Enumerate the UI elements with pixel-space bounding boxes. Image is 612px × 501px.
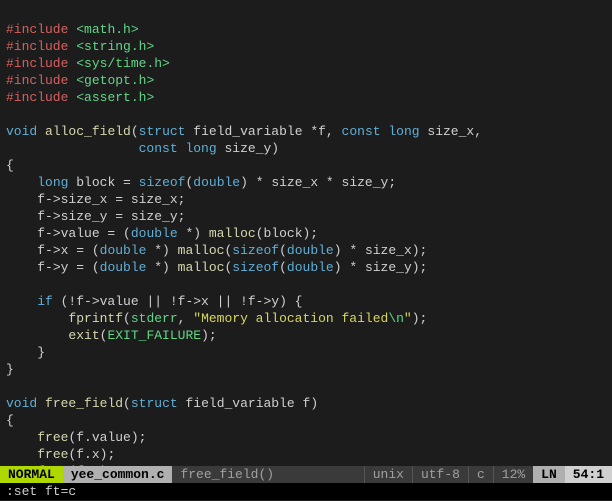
string-literal: "Memory allocation failed (193, 311, 388, 326)
return-type: void (6, 396, 37, 411)
function-name: free_field (45, 396, 123, 411)
command-line[interactable]: :set ft=c (0, 483, 612, 500)
const-keyword: const (139, 141, 178, 156)
include-path: <math.h> (76, 22, 138, 37)
malloc-call: malloc (209, 226, 256, 241)
lhs: f->value = ( (37, 226, 131, 241)
if-keyword: if (37, 294, 53, 309)
struct-keyword: struct (139, 124, 186, 139)
assignment: f->size_y = size_y; (37, 209, 185, 224)
param: size_y (224, 141, 271, 156)
filetype-segment: c (468, 466, 493, 483)
include-path: <assert.h> (76, 90, 154, 105)
code-editor[interactable]: #include <math.h> #include <string.h> #i… (0, 0, 612, 501)
var-decl: block = (76, 175, 138, 190)
sizeof-keyword: sizeof (139, 175, 186, 190)
status-spacer (282, 466, 364, 483)
command-text: :set ft=c (6, 484, 76, 499)
free-call: free (37, 447, 68, 462)
lhs: f->x = ( (37, 243, 99, 258)
type-keyword: double (193, 175, 240, 190)
malloc-call: malloc (178, 260, 225, 275)
type-keyword: long (388, 124, 419, 139)
include-path: <getopt.h> (76, 73, 154, 88)
function-name: alloc_field (45, 124, 131, 139)
line-col: 54:1 (565, 466, 612, 483)
preproc-directive: #include (6, 90, 68, 105)
stderr-stream: stderr (131, 311, 178, 326)
fileformat-segment: unix (364, 466, 412, 483)
exit-failure-const: EXIT_FAILURE (107, 328, 201, 343)
type-keyword: long (37, 175, 68, 190)
const-keyword: const (342, 124, 381, 139)
status-line: NORMAL yee_common.c free_field() unix ut… (0, 466, 612, 483)
preproc-directive: #include (6, 73, 68, 88)
escape-seq: \n (388, 311, 404, 326)
type-keyword: long (185, 141, 216, 156)
mode-indicator: NORMAL (0, 466, 63, 483)
if-condition: (!f->value || !f->x || !f->y) { (53, 294, 303, 309)
line-label: LN (533, 466, 565, 483)
preproc-directive: #include (6, 56, 68, 71)
filename-segment: yee_common.c (63, 466, 173, 483)
lhs: f->y = ( (37, 260, 99, 275)
include-path: <sys/time.h> (76, 56, 170, 71)
exit-call: exit (68, 328, 99, 343)
preproc-directive: #include (6, 22, 68, 37)
param: *f, (310, 124, 341, 139)
percent-segment: 12% (493, 466, 533, 483)
malloc-call: malloc (178, 243, 225, 258)
type-keyword: double (131, 226, 178, 241)
preproc-directive: #include (6, 39, 68, 54)
return-type: void (6, 124, 37, 139)
param: size_x, (427, 124, 482, 139)
function-context: free_field() (172, 466, 282, 483)
assignment: f->size_x = size_x; (37, 192, 185, 207)
free-call: free (37, 430, 68, 445)
fprintf-call: fprintf (68, 311, 123, 326)
struct-type: field_variable (193, 124, 302, 139)
include-path: <string.h> (76, 39, 154, 54)
expr: ) * size_x * size_y; (240, 175, 396, 190)
encoding-segment: utf-8 (412, 466, 468, 483)
